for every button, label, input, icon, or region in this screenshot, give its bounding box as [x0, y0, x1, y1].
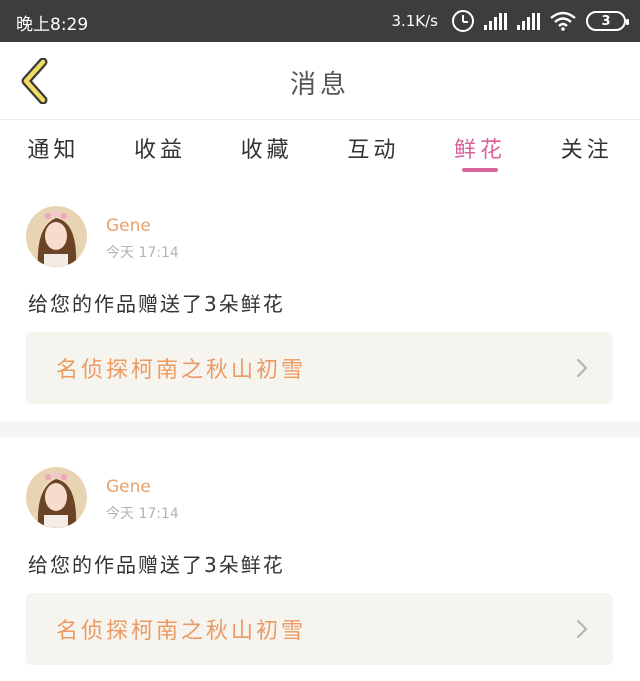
message-item: Gene 今天 17:14 给您的作品赠送了3朵鲜花 名侦探柯南之秋山初雪 — [0, 176, 640, 421]
signal-icon-2 — [517, 12, 540, 30]
active-tab-indicator — [462, 168, 499, 172]
chevron-right-icon — [576, 358, 588, 378]
status-indicators: 3.1K/s 3 — [391, 8, 629, 34]
tab-interactions[interactable]: 互动 — [320, 120, 427, 176]
sender-name[interactable]: Gene — [106, 477, 151, 497]
avatar-image — [26, 206, 87, 267]
work-title: 名侦探柯南之秋山初雪 — [56, 358, 307, 383]
message-text: 给您的作品赠送了3朵鲜花 — [28, 292, 285, 316]
tab-label: 收藏 — [240, 138, 293, 163]
work-link[interactable]: 名侦探柯南之秋山初雪 — [26, 332, 613, 404]
tab-label: 鲜花 — [454, 138, 507, 163]
tab-label: 收益 — [134, 138, 187, 163]
battery-icon: 3 — [586, 11, 629, 31]
tab-notifications[interactable]: 通知 — [0, 120, 107, 176]
tab-favorites[interactable]: 收藏 — [213, 120, 320, 176]
wifi-icon — [550, 11, 576, 31]
page-title: 消息 — [289, 70, 350, 100]
sender-name[interactable]: Gene — [106, 216, 151, 236]
avatar-image — [26, 467, 87, 528]
tab-label: 关注 — [560, 138, 613, 163]
message-time: 今天 17:14 — [106, 245, 179, 261]
work-link[interactable]: 名侦探柯南之秋山初雪 — [26, 593, 613, 665]
tab-flowers[interactable]: 鲜花 — [427, 120, 534, 176]
section-divider — [0, 421, 640, 437]
battery-level: 3 — [601, 13, 611, 29]
chevron-right-icon — [576, 619, 588, 639]
work-title: 名侦探柯南之秋山初雪 — [56, 619, 307, 644]
app-header: 消息 — [0, 42, 640, 120]
avatar[interactable] — [26, 467, 87, 528]
tab-label: 互动 — [347, 138, 400, 163]
network-speed: 3.1K/s — [391, 12, 438, 30]
tab-bar: 通知 收益 收藏 互动 鲜花 关注 — [0, 120, 640, 176]
tab-label: 通知 — [27, 138, 80, 163]
status-time: 晚上8:29 — [16, 15, 89, 35]
status-bar: 晚上8:29 3.1K/s 3 — [0, 0, 640, 42]
tab-following[interactable]: 关注 — [533, 120, 640, 176]
tab-earnings[interactable]: 收益 — [107, 120, 214, 176]
message-text: 给您的作品赠送了3朵鲜花 — [28, 553, 285, 577]
signal-icon — [484, 12, 507, 30]
message-time: 今天 17:14 — [106, 506, 179, 522]
alarm-icon — [452, 10, 474, 32]
avatar[interactable] — [26, 206, 87, 267]
message-item: Gene 今天 17:14 给您的作品赠送了3朵鲜花 名侦探柯南之秋山初雪 — [0, 437, 640, 681]
